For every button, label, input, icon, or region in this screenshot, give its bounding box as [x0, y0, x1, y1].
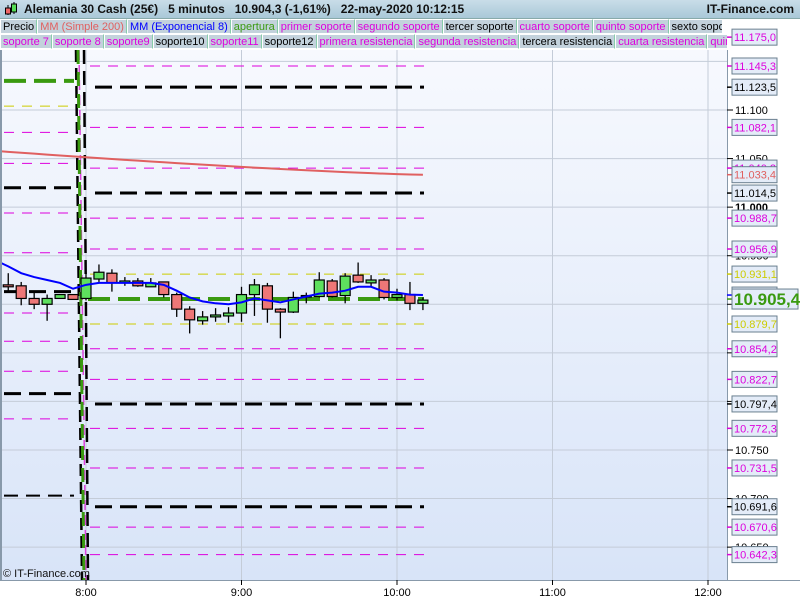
candle-body [67, 293, 79, 301]
price-label: 10.822,7 [734, 374, 777, 386]
chart-canvas: 11.10011.05011.00010.95010.90010.85010.8… [2, 28, 800, 599]
candle-body [222, 312, 235, 317]
candle-body [209, 314, 222, 318]
candle-body [417, 299, 429, 304]
price-label: 10.854,2 [734, 344, 777, 356]
x-tick-label: 9:00 [231, 587, 252, 599]
candle-body [197, 316, 209, 322]
price-label: 10.670,6 [734, 522, 777, 534]
price-label: 10.731,5 [734, 463, 777, 475]
candle-body [391, 293, 403, 299]
price-label: 10.772,3 [734, 423, 777, 435]
x-tick-label: 8:00 [75, 587, 96, 599]
candle-body [2, 284, 14, 288]
candle-body [171, 293, 183, 310]
candle-body [248, 284, 261, 296]
price-label: 11.082,1 [734, 122, 776, 134]
candle-body [54, 293, 66, 300]
candle-body [106, 272, 118, 284]
price-label: 11.175,0 [734, 32, 776, 44]
price-label: 10.879,7 [734, 319, 777, 331]
price-label: 11.033,4 [734, 170, 776, 182]
price-label: 10.956,9 [734, 244, 777, 256]
price-label: 10.988,7 [734, 213, 777, 225]
x-tick-label: 10:00 [383, 587, 411, 599]
candle-body [184, 308, 196, 321]
sma200-line [2, 150, 423, 176]
price-label: 10.797,4 [734, 399, 777, 411]
y-tick-label: 11.100 [735, 105, 768, 117]
price-label: 11.123,5 [734, 82, 776, 94]
candle-body [352, 274, 364, 283]
copyright-label: © IT-Finance.com [3, 568, 90, 580]
plot-layer [2, 50, 727, 580]
candle-body [378, 279, 390, 299]
candle-body [339, 275, 351, 297]
x-tick-label: 11:00 [539, 587, 566, 599]
price-label: 11.145,3 [734, 61, 776, 73]
y-tick-label: 10.750 [735, 445, 769, 457]
candle-body [28, 297, 40, 305]
price-label: 10.931,1 [734, 269, 777, 281]
candle-body [15, 285, 27, 300]
candle-body [365, 279, 377, 284]
price-label: 10.905,4 [734, 290, 800, 309]
candle-body [326, 280, 338, 298]
candle-body [404, 293, 416, 304]
candle-body [93, 271, 105, 280]
price-label: 11.014,5 [734, 188, 776, 200]
x-tick-label: 12:00 [694, 587, 722, 599]
price-label: 10.691,6 [734, 502, 777, 514]
candle-body [80, 277, 92, 300]
price-label: 10.642,3 [734, 550, 777, 562]
candle-body [261, 285, 274, 310]
candle-body [274, 308, 286, 313]
candle-body [41, 297, 53, 305]
